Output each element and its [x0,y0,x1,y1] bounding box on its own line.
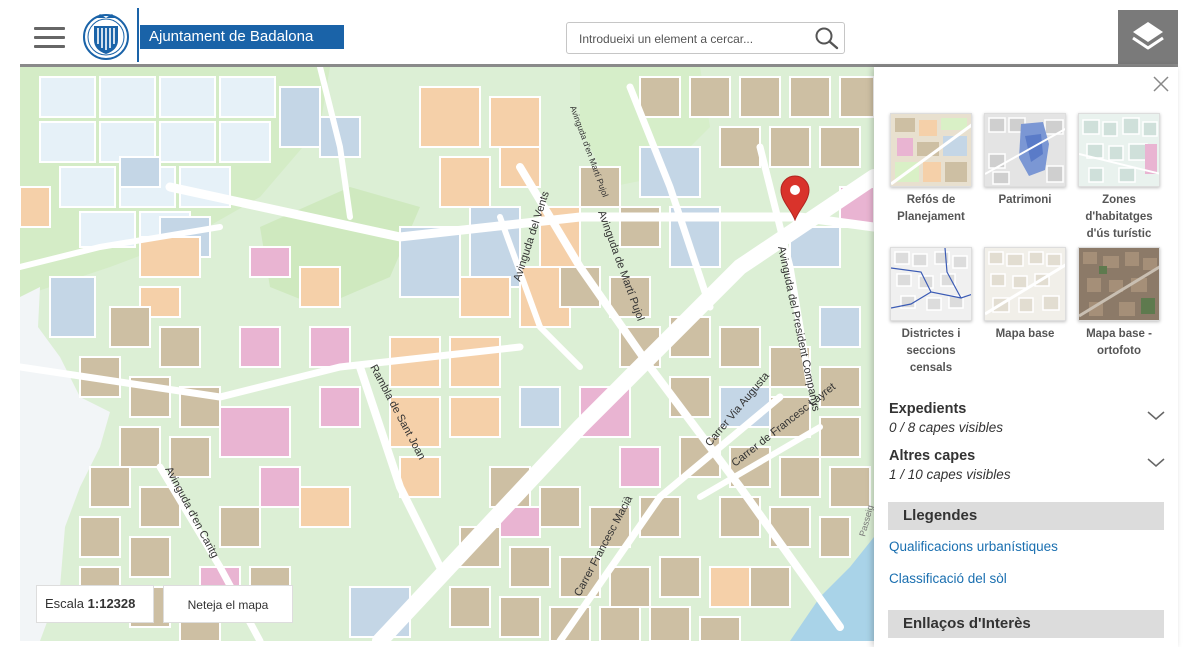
basemap-patrimoni[interactable]: Patrimoni [984,113,1066,209]
enllacos-header: Enllaços d'Interès [888,610,1164,638]
close-icon[interactable] [1152,75,1170,93]
map-marker-icon[interactable] [778,173,812,221]
search-icon[interactable] [814,26,840,50]
section-title: Altres capes [889,448,976,464]
section-altres-capes[interactable]: Altres capes 1 / 10 capes visibles [889,448,1165,482]
basemap-label: Refós de Planejament [897,194,965,223]
clear-map-button[interactable]: Neteja el mapa [163,585,293,623]
thumb-base-icon [985,248,1065,320]
basemap-label: Districtes i seccions censals [901,328,961,374]
llegendes-header: Llegendes [888,502,1164,530]
map-view[interactable]: Avinguda del Vents Avinguda de Martí Puj… [20,67,874,641]
search-box [566,22,845,55]
thumb-planning-icon [891,114,971,186]
section-expedients[interactable]: Expedients 0 / 8 capes visibles [889,401,1165,435]
scale-value: 1:12328 [87,596,136,611]
thumb-tourist-icon [1079,114,1159,186]
map-scale: Escala 1:12328 [36,585,154,623]
basemap-label: Zones d'habitatges d'ús turístic [1085,194,1153,240]
app-header: Ajuntament de Badalona [20,0,1178,67]
basemap-habitatges-turistic[interactable]: Zones d'habitatges d'ús turístic [1078,113,1160,243]
logo-divider [137,8,139,62]
basemap-label: Mapa base [995,328,1055,340]
link-qualificacions[interactable]: Qualificacions urbanístiques [889,539,1058,554]
link-classificacio[interactable]: Classificació del sòl [889,571,1007,586]
chevron-down-icon[interactable] [1147,411,1165,421]
layers-icon [1132,22,1164,50]
map-canvas[interactable]: Avinguda del Vents Avinguda de Martí Puj… [20,67,874,641]
scale-label: Escala [45,596,85,611]
section-subtitle: 0 / 8 capes visibles [889,420,1004,435]
search-input[interactable] [567,23,821,55]
badalona-shield-logo [83,14,129,60]
section-title: Expedients [889,401,967,417]
menu-icon[interactable] [34,27,66,49]
basemap-label: Patrimoni [998,194,1052,206]
brand-name: Ajuntament de Badalona [140,25,344,49]
chevron-down-icon[interactable] [1147,458,1165,468]
thumb-heritage-icon [985,114,1065,186]
basemap-districtes[interactable]: Districtes i seccions censals [890,247,972,377]
basemap-refos-planejament[interactable]: Refós de Planejament [890,113,972,226]
layers-button[interactable] [1118,10,1178,64]
layers-panel: Refós de Planejament Patrimoni Zones d'h… [874,67,1178,647]
basemap-label: Mapa base - ortofoto [1086,328,1152,357]
thumb-districts-icon [891,248,971,320]
basemap-ortofoto[interactable]: Mapa base - ortofoto [1078,247,1160,360]
thumb-ortho-icon [1079,248,1159,320]
section-subtitle: 1 / 10 capes visibles [889,467,1011,482]
basemap-mapa-base[interactable]: Mapa base [984,247,1066,343]
